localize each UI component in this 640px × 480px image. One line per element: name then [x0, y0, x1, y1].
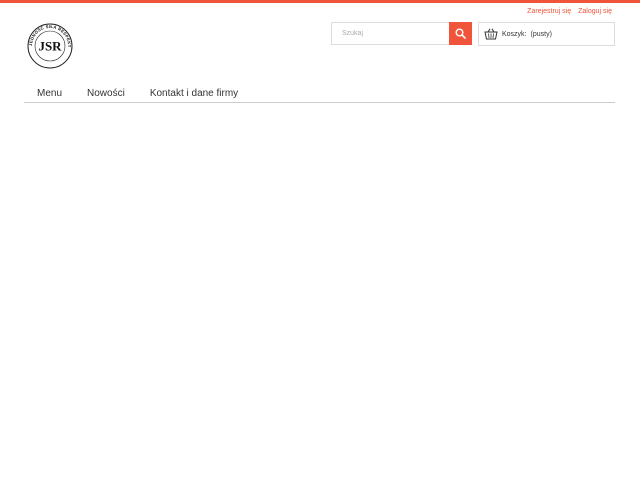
login-link[interactable]: Zaloguj się: [578, 8, 612, 15]
account-links: Zarejestruj się Zaloguj się: [527, 8, 612, 15]
cart-label: Koszyk:: [502, 30, 527, 38]
search-input[interactable]: [332, 23, 449, 44]
search-bar: [331, 22, 472, 45]
site-logo[interactable]: JEDNOŚĆ SIŁA RESPEKT JSR: [27, 23, 73, 69]
nav-item-nowosci[interactable]: Nowości: [74, 86, 137, 102]
search-button[interactable]: [449, 22, 472, 45]
basket-icon: [484, 28, 498, 40]
cart-summary[interactable]: Koszyk: (pusty): [478, 22, 615, 46]
main-nav: Menu Nowości Kontakt i dane firmy: [24, 86, 615, 103]
nav-item-menu[interactable]: Menu: [24, 86, 74, 102]
top-accent-bar: [0, 0, 640, 3]
search-icon: [455, 28, 466, 39]
cart-status: (pusty): [530, 30, 552, 38]
register-link[interactable]: Zarejestruj się: [527, 8, 571, 15]
logo-emblem: JEDNOŚĆ SIŁA RESPEKT JSR: [27, 23, 73, 69]
logo-initials: JSR: [38, 39, 62, 54]
nav-item-kontakt[interactable]: Kontakt i dane firmy: [137, 86, 250, 102]
